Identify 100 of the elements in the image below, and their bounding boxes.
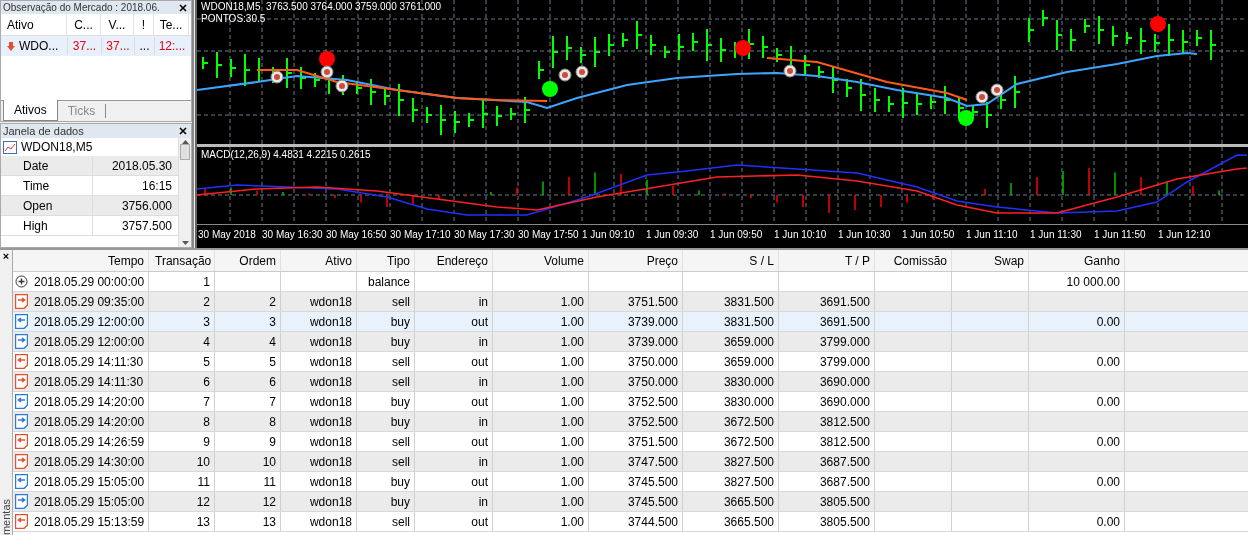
table-cell-text: 3691.500 xyxy=(819,313,870,331)
column-header[interactable]: Transação xyxy=(149,250,215,271)
table-cell-text: wdon18 xyxy=(309,313,352,331)
time-axis-label: 30 May 17:30 xyxy=(453,227,516,242)
table-cell-text: wdon18 xyxy=(309,293,352,311)
column-header[interactable]: Te... xyxy=(154,14,189,35)
column-header[interactable]: Comissão xyxy=(875,250,952,271)
data-label: Time xyxy=(1,175,93,196)
table-cell-text: wdon18 xyxy=(309,513,352,531)
table-cell-text: 3805.500 xyxy=(819,493,870,511)
table-cell-text: 10 000.00 xyxy=(1066,273,1120,291)
table-row[interactable]: 2018.05.29 14:20:00 8 8 wdon18 buy in 1.00 3752.500 3672.500 3812.500 xyxy=(13,412,1248,432)
table-cell-text: 2018.05.29 12:00:00 xyxy=(34,313,145,331)
scroll-down-icon[interactable] xyxy=(181,241,189,245)
table-row[interactable]: 2018.05.29 14:26:59 9 9 wdon18 sell out 1.00 3751.500 3672.500 3812.500 0.00 xyxy=(13,432,1248,452)
table-cell-text: buy xyxy=(390,473,410,491)
scrollbar[interactable] xyxy=(178,138,191,247)
close-icon[interactable]: × xyxy=(2,250,10,262)
scroll-thumb[interactable] xyxy=(180,144,190,160)
table-cell-text: 3690.000 xyxy=(819,393,870,411)
table-cell-text: wdon18 xyxy=(309,333,352,351)
column-header[interactable]: Swap xyxy=(952,250,1029,271)
table-cell-text: 0.00 xyxy=(1096,353,1120,371)
column-header[interactable]: Ordem xyxy=(215,250,281,271)
table-row[interactable]: 2018.05.29 15:05:00 12 12 wdon18 buy in 1.00 3745.500 3665.500 3805.500 xyxy=(13,492,1248,512)
table-cell-text: 12 xyxy=(196,493,210,511)
table-cell-text: 7 xyxy=(203,393,210,411)
table-cell-text: 3827.500 xyxy=(723,473,774,491)
table-cell-text: 2018.05.29 15:13:59 xyxy=(34,513,145,531)
column-header[interactable]: Ativo xyxy=(281,250,357,271)
column-header[interactable]: T / P xyxy=(779,250,875,271)
document-left-arrow-icon xyxy=(15,474,28,489)
table-cell-text: 2018.05.29 15:05:00 xyxy=(34,493,145,511)
panel-side-label: mentas xyxy=(0,498,13,535)
table-cell-text: 3687.500 xyxy=(819,453,870,471)
table-row[interactable]: 2018.05.29 12:00:00 3 3 wdon18 buy out 1.00 3739.000 3831.500 3691.500 0.00 xyxy=(13,312,1248,332)
table-row[interactable]: 2018.05.29 15:05:00 11 11 wdon18 buy out 1.00 3745.500 3827.500 3687.500 0.00 xyxy=(13,472,1248,492)
table-cell: 12:... xyxy=(154,37,189,55)
document-left-arrow-icon xyxy=(15,394,28,409)
table-cell: 37... xyxy=(101,37,134,55)
table-cell-text: wdon18 xyxy=(309,473,352,491)
table-row[interactable]: 2018.05.29 00:00:00 1 balance 10 000.00 xyxy=(13,272,1248,292)
table-row[interactable]: 2018.05.29 09:35:00 2 2 wdon18 sell in 1.00 3751.500 3831.500 3691.500 xyxy=(13,292,1248,312)
column-header[interactable]: V... xyxy=(101,14,134,35)
table-row[interactable]: 2018.05.29 12:00:00 4 4 wdon18 buy in 1.00 3739.000 3659.000 3799.000 xyxy=(13,332,1248,352)
table-cell-text: out xyxy=(471,353,488,371)
close-icon[interactable] xyxy=(179,3,187,12)
table-cell-text: 3752.500 xyxy=(627,393,678,411)
column-header[interactable]: Endereço xyxy=(415,250,493,271)
table-cell-text: 3751.500 xyxy=(627,433,678,451)
table-cell-text: out xyxy=(471,513,488,531)
table-cell-text: 3745.500 xyxy=(627,493,678,511)
table-cell-text: 2018.05.29 14:20:00 xyxy=(34,393,145,411)
column-header[interactable]: Ativo xyxy=(1,14,67,35)
chart-header: WDON18,M5 3763.500 3764.000 3759.000 3761.000 xyxy=(201,1,442,13)
table-cell-text: wdon18 xyxy=(309,413,352,431)
table-cell-text: 8 xyxy=(203,413,210,431)
table-cell-text: 3830.000 xyxy=(723,373,774,391)
table-row[interactable]: 2018.05.29 14:11:30 5 5 wdon18 sell out 1.00 3750.000 3659.000 3799.000 0.00 xyxy=(13,352,1248,372)
column-header[interactable]: Tempo xyxy=(13,250,149,271)
table-row[interactable]: 2018.05.29 14:11:30 6 6 wdon18 sell in 1.00 3750.000 3830.000 3690.000 xyxy=(13,372,1248,392)
data-value: 3756.000 xyxy=(120,197,173,215)
table-cell-text: 3799.000 xyxy=(819,353,870,371)
document-right-arrow-icon xyxy=(15,494,28,509)
table-cell-text: 7 xyxy=(269,393,276,411)
table-cell-text: in xyxy=(478,373,488,391)
table-row[interactable]: 2018.05.29 15:13:59 13 13 wdon18 sell out 1.00 3744.500 3665.500 3805.500 0.00 xyxy=(13,512,1248,532)
table-cell-text: 3 xyxy=(269,313,276,331)
table-cell-text: in xyxy=(478,413,488,431)
column-header[interactable]: Ganho xyxy=(1029,250,1125,271)
data-value: 2018.05.30 xyxy=(110,157,173,175)
panel-title: Janela de dados xyxy=(3,124,85,138)
table-cell-text: sell xyxy=(392,433,410,451)
table-cell-text: 3690.000 xyxy=(819,373,870,391)
table-cell-text: 0.00 xyxy=(1096,393,1120,411)
market-watch-row[interactable]: WDO... 37... 37... ... 12:... xyxy=(1,36,191,56)
column-header[interactable]: C... xyxy=(67,14,101,35)
column-header[interactable]: S / L xyxy=(683,250,779,271)
table-cell-text: 5 xyxy=(269,353,276,371)
tab[interactable]: Ativos xyxy=(3,100,58,121)
trade-marker-icon xyxy=(558,68,572,82)
time-axis-label: 1 Jun 11:50 xyxy=(1093,227,1147,242)
table-cell-text: out xyxy=(471,313,488,331)
column-header[interactable]: Volume xyxy=(493,250,589,271)
close-icon[interactable] xyxy=(179,127,187,135)
column-header[interactable]: Tipo xyxy=(357,250,415,271)
column-header[interactable]: ! xyxy=(134,14,154,35)
time-axis-label: 30 May 16:30 xyxy=(261,227,324,242)
time-axis-label: 1 Jun 10:30 xyxy=(837,227,892,242)
table-cell-text: in xyxy=(478,493,488,511)
column-header[interactable]: Preço xyxy=(589,250,683,271)
table-row[interactable]: 2018.05.29 14:30:00 10 10 wdon18 sell in 1.00 3747.500 3827.500 3687.500 xyxy=(13,452,1248,472)
table-cell-text: 3830.000 xyxy=(723,393,774,411)
table-cell-text: 13 xyxy=(196,513,210,531)
time-axis-label: 1 Jun 10:10 xyxy=(773,227,828,242)
table-row[interactable]: 2018.05.29 14:20:00 7 7 wdon18 buy out 1.00 3752.500 3830.000 3690.000 0.00 xyxy=(13,392,1248,412)
document-right-arrow-icon xyxy=(15,294,28,309)
table-cell-text: 3831.500 xyxy=(723,293,774,311)
table-cell-text: buy xyxy=(390,333,410,351)
trade-marker-icon xyxy=(990,83,1004,97)
